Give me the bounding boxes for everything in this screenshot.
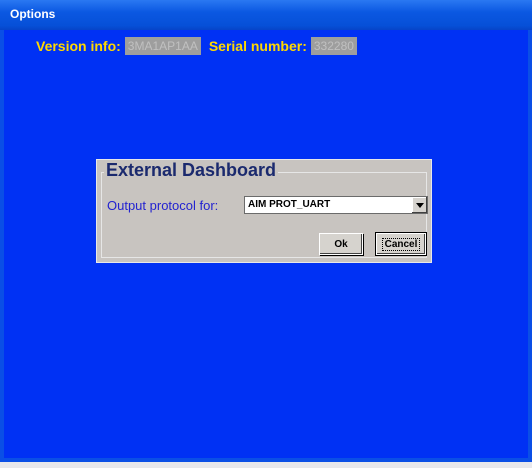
output-protocol-select[interactable]: AIM PROT_UART: [244, 196, 428, 214]
info-row: Version info: 3MA1AP1AA Serial number: 3…: [36, 36, 365, 56]
ok-button[interactable]: Ok: [319, 233, 363, 255]
output-protocol-label: Output protocol for:: [107, 198, 219, 213]
output-protocol-value: AIM PROT_UART: [248, 199, 331, 210]
cancel-button[interactable]: Cancel: [375, 232, 427, 256]
version-value: 3MA1AP1AA: [124, 37, 201, 55]
serial-label: Serial number:: [208, 38, 307, 54]
ok-button-label: Ok: [334, 238, 348, 250]
group-title: External Dashboard: [104, 160, 279, 181]
chevron-down-icon[interactable]: [411, 197, 427, 213]
cancel-button-label: Cancel: [381, 237, 421, 251]
title-bar[interactable]: Options: [0, 0, 532, 30]
window-title: Options: [10, 7, 56, 21]
version-label: Version info:: [36, 38, 121, 54]
serial-value: 332280: [310, 37, 357, 55]
